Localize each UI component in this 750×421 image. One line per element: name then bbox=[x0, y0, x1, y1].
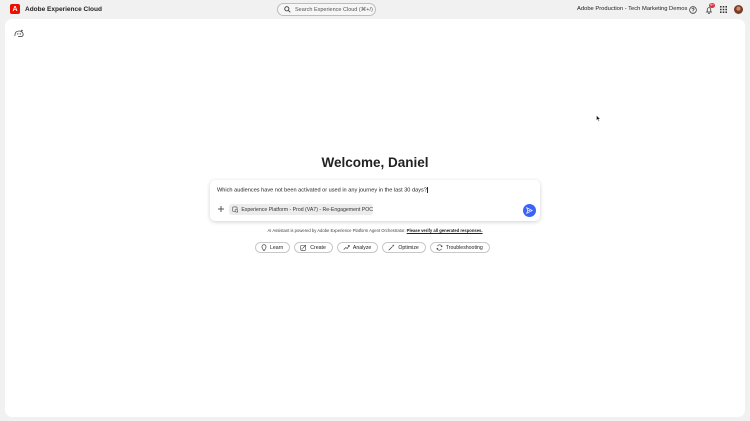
chart-line-icon bbox=[343, 245, 350, 250]
magic-wand-icon bbox=[388, 244, 395, 251]
send-icon bbox=[526, 207, 533, 214]
troubleshooting-button[interactable]: Troubleshooting bbox=[429, 242, 490, 253]
notification-badge: 9+ bbox=[709, 2, 715, 8]
analyze-button[interactable]: Analyze bbox=[336, 242, 379, 253]
search-icon bbox=[284, 6, 291, 13]
add-context-button[interactable] bbox=[217, 205, 225, 213]
optimize-button[interactable]: Optimize bbox=[382, 242, 426, 253]
prompt-input-text: Which audiences have not been activated … bbox=[217, 187, 427, 194]
troubleshoot-icon bbox=[436, 244, 443, 251]
optimize-label: Optimize bbox=[398, 244, 419, 251]
main-panel: Welcome, Daniel Which audiences have not… bbox=[5, 19, 745, 417]
sandbox-icon bbox=[232, 206, 239, 213]
org-switcher[interactable]: Adobe Production - Tech Marketing Demos bbox=[577, 6, 687, 12]
search-input[interactable]: Search Experience Cloud (⌘+/) bbox=[277, 3, 376, 16]
disclaimer-text: AI Assistant is powered by Adobe Experie… bbox=[267, 228, 406, 233]
avatar[interactable] bbox=[734, 5, 743, 14]
send-button[interactable] bbox=[523, 204, 536, 217]
lightbulb-icon bbox=[261, 244, 267, 251]
troubleshooting-label: Troubleshooting bbox=[445, 244, 483, 251]
text-caret bbox=[427, 187, 428, 193]
apps-grid-icon[interactable] bbox=[719, 5, 728, 14]
search-placeholder: Search Experience Cloud (⌘+/) bbox=[295, 6, 373, 13]
mouse-cursor-icon bbox=[596, 115, 601, 122]
quick-actions: Learn Create Analyze Optimize Troublesho… bbox=[255, 242, 490, 253]
learn-label: Learn bbox=[270, 244, 284, 251]
verify-responses-link[interactable]: Please verify all generated responses. bbox=[407, 228, 483, 233]
prompt-card: Which audiences have not been activated … bbox=[210, 180, 540, 221]
brand[interactable]: A Adobe Experience Cloud bbox=[10, 4, 102, 14]
create-icon bbox=[300, 244, 307, 251]
welcome-heading: Welcome, Daniel bbox=[321, 155, 429, 170]
context-chip-label: Experience Platform - Prod (VA7) - Re-En… bbox=[241, 206, 373, 213]
analyze-label: Analyze bbox=[352, 244, 372, 251]
help-icon[interactable] bbox=[688, 5, 697, 14]
learn-button[interactable]: Learn bbox=[255, 242, 291, 253]
adobe-logo-icon: A bbox=[10, 4, 20, 14]
plus-icon bbox=[218, 206, 224, 212]
notifications-button[interactable]: 9+ bbox=[704, 2, 715, 14]
brand-name: Adobe Experience Cloud bbox=[25, 5, 102, 13]
ai-assistant-icon[interactable] bbox=[14, 25, 24, 37]
disclaimer: AI Assistant is powered by Adobe Experie… bbox=[5, 228, 745, 233]
create-button[interactable]: Create bbox=[294, 242, 333, 253]
create-label: Create bbox=[310, 244, 326, 251]
top-bar: A Adobe Experience Cloud Search Experien… bbox=[0, 0, 750, 19]
prompt-input[interactable]: Which audiences have not been activated … bbox=[217, 187, 428, 193]
context-chip[interactable]: Experience Platform - Prod (VA7) - Re-En… bbox=[229, 204, 373, 215]
